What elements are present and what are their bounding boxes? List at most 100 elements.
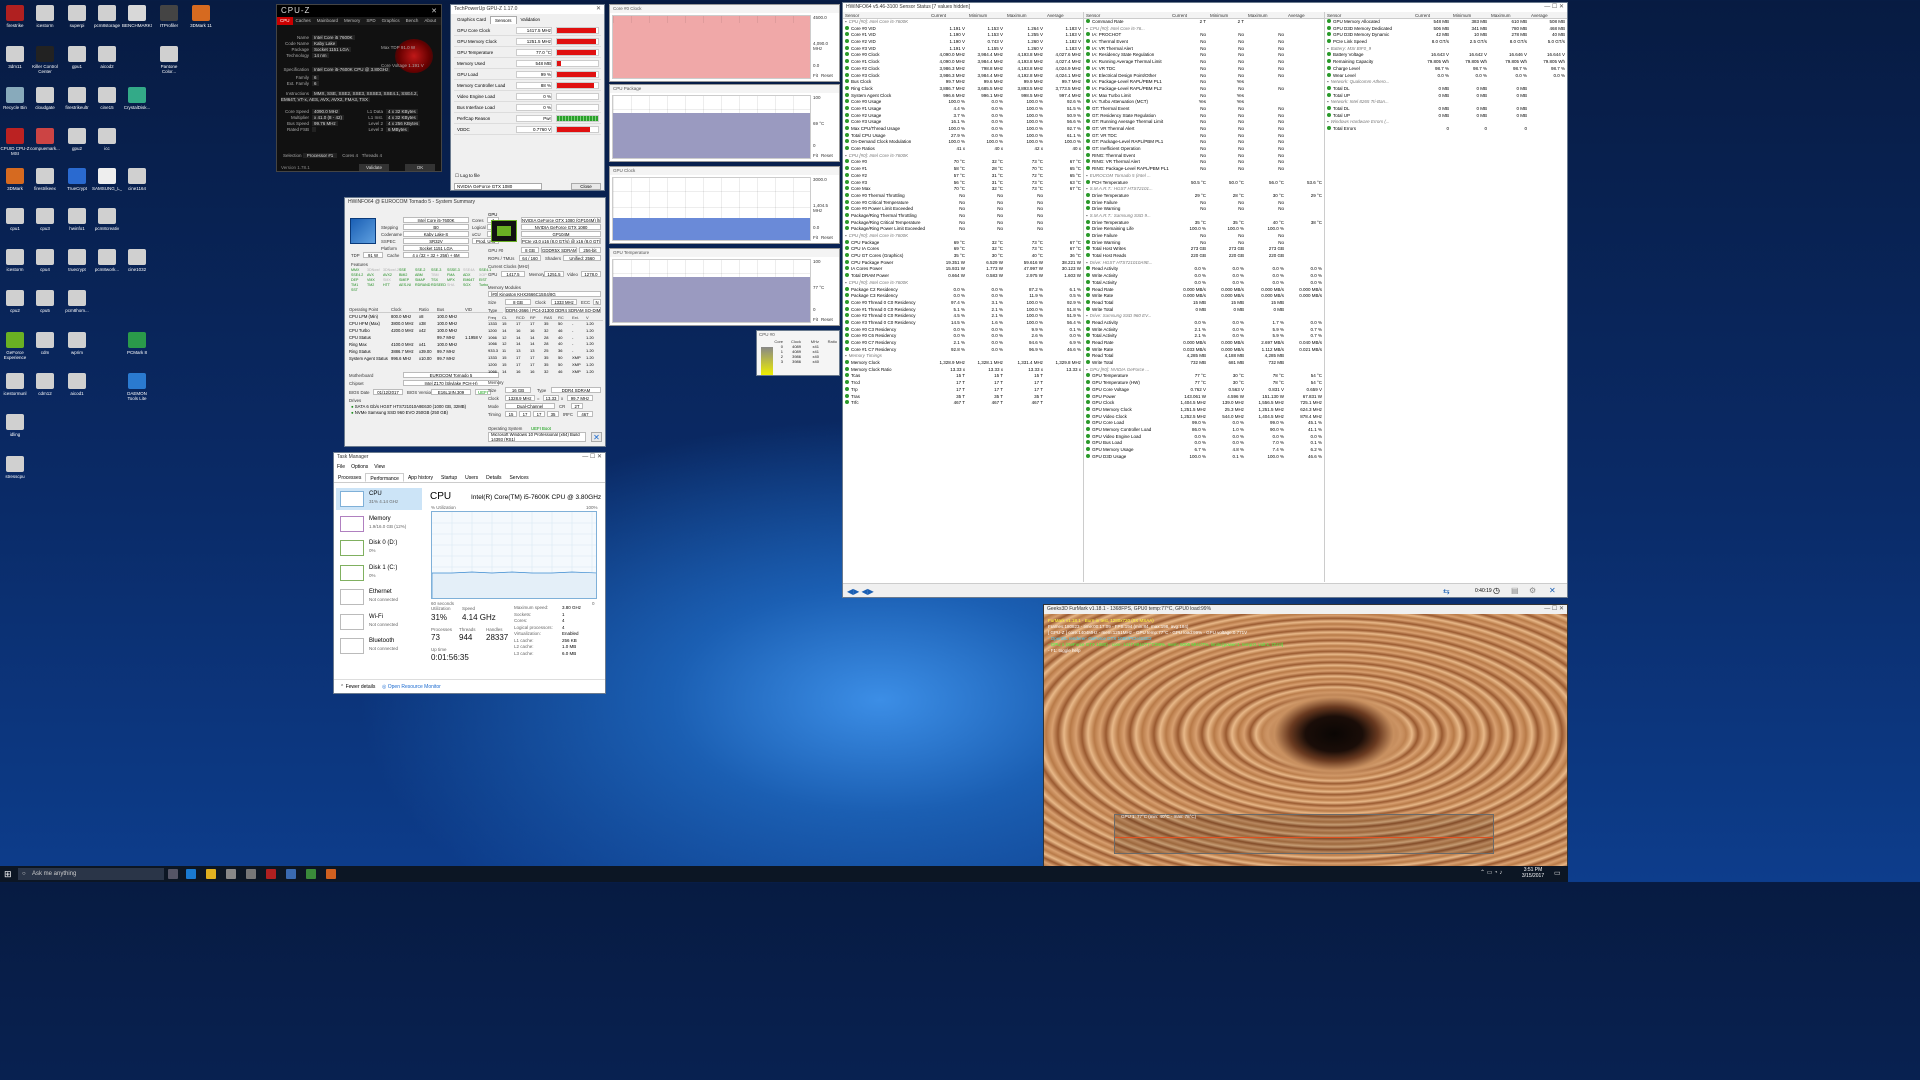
sensor-section-row[interactable]: ▪ Drive: HGST HTS721010A9E... bbox=[1084, 260, 1324, 267]
sensor-row[interactable]: CPU IA Cores 69 °C 32 °C 73 °C 67 °C bbox=[843, 246, 1083, 253]
sensor-row[interactable]: Trcd 17 T 17 T 17 T bbox=[843, 380, 1083, 387]
cpuz-taskbar-icon[interactable] bbox=[266, 869, 276, 879]
desktop-icon[interactable]: cpu3 bbox=[30, 208, 60, 240]
desktop-icon[interactable]: aicod2 bbox=[92, 46, 122, 78]
cpuz-tab[interactable]: Caches bbox=[293, 17, 314, 25]
sensor-row[interactable]: IA: Electrical Design Point/Other No No No bbox=[1084, 72, 1324, 80]
gpuz-tab[interactable]: Sensors bbox=[490, 16, 517, 24]
window-controls-icon[interactable]: — ☐ ✕ bbox=[1544, 605, 1564, 614]
sensor-row[interactable]: Battery Voltage 16.643 V 16.642 V 16.646 V1… bbox=[1325, 52, 1567, 59]
desktop-icon[interactable]: pcm8storage bbox=[92, 5, 122, 37]
tm-side-item[interactable]: Disk 0 (D:) 0% bbox=[336, 537, 422, 559]
sensor-row[interactable]: Core #1 58 °C 28 °C 70 °C 65 °C bbox=[843, 166, 1083, 173]
hwinfo-taskbar-icon[interactable] bbox=[286, 869, 296, 879]
sensor-row[interactable]: Memory Clock Ratio 13.33 x 13.33 x 13.33 x1… bbox=[843, 366, 1083, 374]
tm-side-item[interactable]: Memory 1.9/16.0 GB (12%) bbox=[336, 513, 422, 535]
desktop-icon[interactable]: icc bbox=[92, 128, 122, 160]
close-icon[interactable]: ✕ bbox=[596, 5, 601, 14]
desktop-icon[interactable]: firestrike bbox=[0, 5, 30, 37]
sensor-section-row[interactable]: ▪ CPU [#0]: Intel Core i5-7600K bbox=[843, 153, 1083, 160]
desktop-icon[interactable]: icestormunl bbox=[0, 373, 30, 405]
desktop-icon[interactable]: 3DMark bbox=[0, 168, 30, 200]
sensor-row[interactable]: GPU D3D Memory Dynamic 42 MB 10 MB 278 MB 40… bbox=[1325, 32, 1567, 39]
sensor-row[interactable]: Wear Level 0.0 % 0.0 % 0.0 % 0.0 % bbox=[1325, 72, 1567, 80]
sensor-row[interactable]: Read Activity 0.0 % 0.0 % 0.0 % 0.0 % bbox=[1084, 266, 1324, 273]
sensor-row[interactable]: Total Activity 2.1 % 0.0 % 5.9 % 0.7 % bbox=[1084, 333, 1324, 340]
desktop-icon[interactable]: gpu1 bbox=[62, 46, 92, 78]
sensor-row[interactable]: GPU Temperature (HW) 77 °C 30 °C 78 °C 54 °C bbox=[1084, 380, 1324, 387]
desktop-icon[interactable]: cpu4 bbox=[30, 249, 60, 281]
sensor-row[interactable]: CPU Package 69 °C 32 °C 73 °C 67 °C bbox=[843, 239, 1083, 247]
sensor-row[interactable]: IA: VR TDC No No No bbox=[1084, 65, 1324, 73]
sensor-row[interactable]: Max CPU/Thread Usage 100.0 % 0.0 % 100.0 % 9… bbox=[843, 126, 1083, 133]
report-icon[interactable]: ▤ bbox=[1511, 586, 1519, 595]
sensor-row[interactable]: Core #3 Clock 3,986.3 MHz 3,984.4 MHz 4,192… bbox=[843, 72, 1083, 80]
sensor-row[interactable]: Total Errors 0 0 0 bbox=[1325, 126, 1567, 133]
desktop-icon[interactable]: CrystalDisk... bbox=[122, 87, 152, 119]
desktop-icon[interactable]: firestrikeultr bbox=[62, 87, 92, 119]
desktop-icon[interactable]: pcm8hom... bbox=[62, 290, 92, 322]
system-summary-window[interactable]: HWiNFO64 @ EUROCOM Tornado 5 - System Su… bbox=[344, 197, 606, 447]
desktop-icon[interactable]: icestorm bbox=[30, 5, 60, 37]
sensor-row[interactable]: GPU Video Engine Load 0.0 % 0.0 % 0.0 % 0.0 … bbox=[1084, 433, 1324, 441]
sensor-row[interactable]: Read Total 4,285 MB 4,188 MB 4,285 MB bbox=[1084, 353, 1324, 360]
desktop-icon[interactable]: cpu5 bbox=[30, 290, 60, 322]
sensor-row[interactable]: Core #2 Thread 0 C0 Residency 4.5 % 2.1 % 1… bbox=[843, 313, 1083, 320]
sensor-section-row[interactable]: ▪ CPU [#0]: Intel Core i5-76... bbox=[1084, 26, 1324, 33]
gpuz-window[interactable]: TechPowerUp GPU-Z 1.17.0 ✕ Graphics Card S… bbox=[450, 4, 605, 191]
validate-button[interactable]: Validate bbox=[359, 164, 389, 171]
sensor-row[interactable]: GT: Residency State Regulation No No No bbox=[1084, 112, 1324, 120]
sensor-row[interactable]: Write Activity 0.0 % 0.0 % 0.0 % 0.0 % bbox=[1084, 273, 1324, 280]
close-icon[interactable]: ✕ bbox=[431, 7, 437, 15]
sensor-row[interactable]: Ring Clock 3,886.7 MHz 3,685.5 MHz 3,893.5 … bbox=[843, 85, 1083, 93]
sensor-row[interactable]: Read Activity 0.0 % 0.0 % 1.7 % 0.0 % bbox=[1084, 319, 1324, 327]
sensor-row[interactable]: Core #0 Thread 0 C0 Residency 97.4 % 3.1 %… bbox=[843, 299, 1083, 307]
action-center-icon[interactable]: ▭ bbox=[1554, 869, 1561, 877]
sensor-row[interactable]: Core #0 Usage 100.0 % 0.0 % 100.0 % 92.6 % bbox=[843, 99, 1083, 106]
desktop-icon[interactable]: Pantone Color... bbox=[154, 46, 184, 78]
settings-icon[interactable]: ⚙ bbox=[1529, 586, 1536, 595]
window-controls-icon[interactable]: — ☐ ✕ bbox=[582, 453, 602, 462]
sensor-row[interactable]: IA: VR Thermal Alert No No No bbox=[1084, 45, 1324, 53]
sensor-row[interactable]: Core #2 Clock 3,986.3 MHz 798.8 MHz 4,193.8… bbox=[843, 65, 1083, 73]
cpuz-tab[interactable]: Bench bbox=[403, 17, 422, 25]
sensor-row[interactable]: Total CPU Usage 27.9 % 0.0 % 100.0 % 61.1 % bbox=[843, 132, 1083, 140]
sensor-row[interactable]: GPU Temperature 77 °C 30 °C 78 °C 54 °C bbox=[1084, 373, 1324, 380]
sensor-row[interactable]: Drive Failure No No No bbox=[1084, 199, 1324, 207]
processor-select[interactable]: Processor #1 bbox=[302, 153, 338, 158]
sensor-row[interactable]: Write Rate 0.000 MB/s 0.000 MB/s 0.000 MB/s… bbox=[1084, 293, 1324, 300]
desktop-icon[interactable]: PCMark 8 bbox=[122, 332, 152, 364]
sensor-row[interactable]: IA Cores Power 15.931 W 1.773 W 47.997 W 30.… bbox=[843, 266, 1083, 273]
sensor-row[interactable]: System Agent Clock 996.6 MHz 996.1 MHz 998.… bbox=[843, 92, 1083, 100]
sensor-section-row[interactable]: ▪ Network: Qualcomm Athero... bbox=[1325, 79, 1567, 86]
tm-tab[interactable]: Services bbox=[505, 473, 532, 482]
sensor-row[interactable]: Tcas 15 T 15 T 15 T bbox=[843, 373, 1083, 380]
sensor-section-row[interactable]: ▪ EUROCOM Tornado 5 (Intel ... bbox=[1084, 173, 1324, 180]
sensor-row[interactable]: Total UP 0 MB 0 MB 0 MB bbox=[1325, 92, 1567, 100]
edge-icon[interactable] bbox=[186, 869, 196, 879]
sensor-row[interactable]: Command Rate 2 T2 T bbox=[1084, 19, 1324, 26]
desktop-icon[interactable]: gpu2 bbox=[62, 128, 92, 160]
search-box[interactable]: ○ Ask me anything bbox=[18, 868, 164, 880]
sensor-row[interactable]: Tras 35 T 35 T 35 T bbox=[843, 393, 1083, 401]
desktop-icon[interactable]: cine15 bbox=[92, 87, 122, 119]
cpuz-tab[interactable]: Graphics bbox=[379, 17, 403, 25]
fit-button[interactable]: Fit bbox=[813, 235, 818, 240]
sensor-row[interactable]: GPU Memory Clock 1,251.5 MHz 25.3 MHz 1,251… bbox=[1084, 406, 1324, 414]
desktop-icon[interactable]: cdm12 bbox=[30, 373, 60, 405]
desktop-icon[interactable]: cine1164 bbox=[122, 168, 152, 200]
sensor-row[interactable]: Total Activity 0.0 % 0.0 % 0.0 % 0.0 % bbox=[1084, 279, 1324, 287]
desktop-icon[interactable]: cloudgate bbox=[30, 87, 60, 119]
close-summary-icon[interactable]: ✕ bbox=[591, 432, 602, 442]
sensor-row[interactable]: Trfc 467 T 467 T 467 T bbox=[843, 400, 1083, 407]
sensor-row[interactable]: Core #2 57 °C 31 °C 72 °C 65 °C bbox=[843, 172, 1083, 180]
sensor-row[interactable]: IA: Turbo Attenuation (MCT) Yes Yes bbox=[1084, 99, 1324, 106]
sensor-row[interactable]: Core #1 Thread 0 C0 Residency 5.1 % 2.1 % 1… bbox=[843, 306, 1083, 314]
task-view-icon[interactable] bbox=[168, 869, 178, 879]
desktop-icon[interactable]: pcm8creativ bbox=[92, 208, 122, 240]
task-manager-window[interactable]: Task Manager — ☐ ✕ File Options View Proces… bbox=[333, 452, 606, 694]
sensor-row[interactable]: Package C3 Residency 0.0 % 0.0 % 11.9 % 0.5 … bbox=[843, 293, 1083, 300]
sensor-row[interactable]: GPU Core Load 99.0 % 0.0 % 99.0 % 45.1 % bbox=[1084, 420, 1324, 427]
memory-module-select[interactable]: [#0] Kingston KHX2666C15S4/8G bbox=[488, 291, 601, 297]
sensor-row[interactable]: GT: Package-Level RAPL/PBM PL1 No No No bbox=[1084, 139, 1324, 146]
